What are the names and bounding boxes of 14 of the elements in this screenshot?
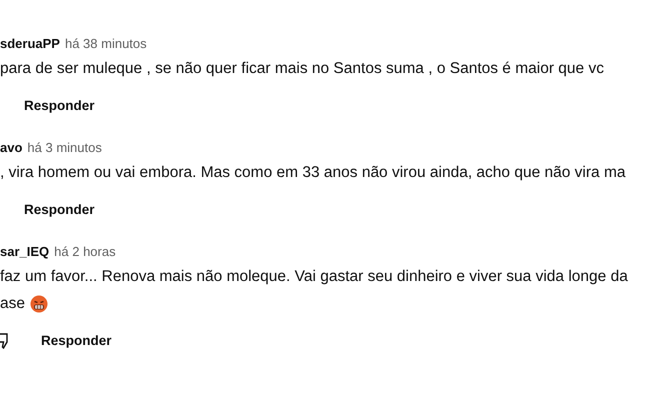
comment-time[interactable]: há 38 minutos xyxy=(64,34,147,54)
reply-button[interactable]: Responder xyxy=(24,96,95,116)
comment-time[interactable]: há 3 minutos xyxy=(27,138,102,158)
reply-button[interactable]: Responder xyxy=(24,200,95,220)
comment-author[interactable]: sderuaPP xyxy=(0,34,60,54)
comment-text: faz um favor... Renova mais não moleque. Vai gastar seu dinheiro e viver sua vida longe da xyxy=(0,266,628,287)
comment-text: ase xyxy=(0,294,25,314)
reply-button[interactable]: Responder xyxy=(41,330,112,352)
comment-author[interactable]: sar_IEQ xyxy=(0,242,50,262)
comment-text: , vira homem ou vai embora. Mas como em 33 anos não virou ainda, acho que não vira ma xyxy=(0,162,626,183)
comment-time[interactable]: há 2 horas xyxy=(54,242,116,262)
comment-text: para de ser muleque , se não quer ficar mais no Santos suma , o Santos é maior que vc xyxy=(0,58,604,79)
thumbs-down-icon[interactable] xyxy=(0,333,10,349)
comment-author[interactable]: avo xyxy=(0,138,22,158)
